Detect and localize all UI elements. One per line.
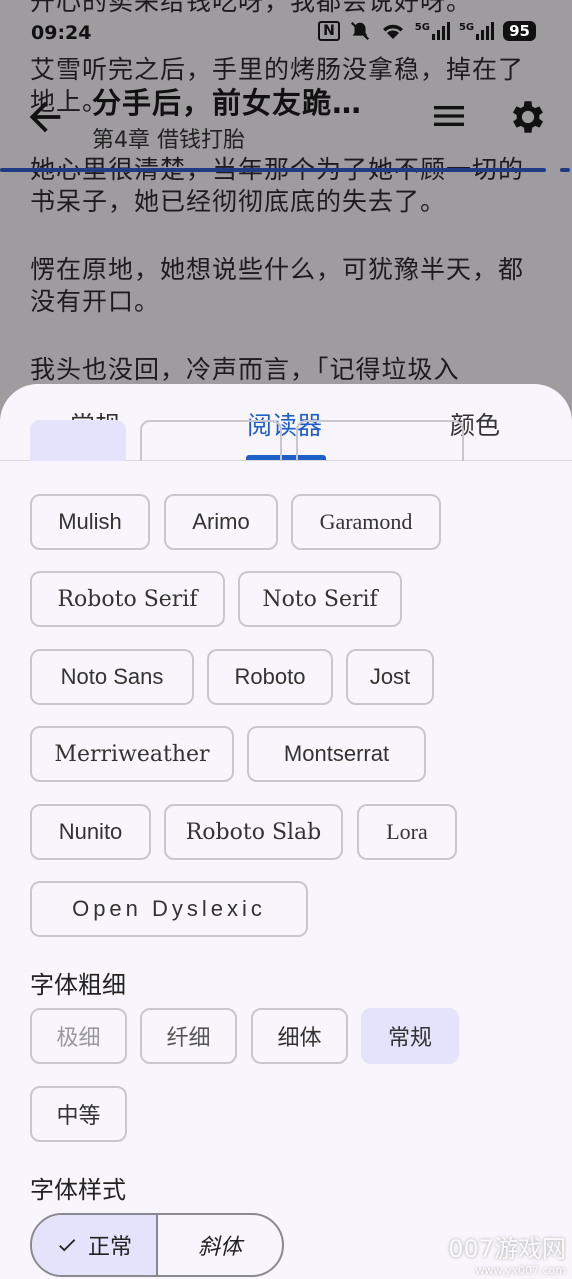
weight-chip-regular[interactable]: 常规 <box>361 1008 459 1064</box>
watermark: 007游戏网 www.yx007.com <box>448 1229 566 1277</box>
style-normal-button[interactable]: 正常 <box>32 1215 158 1275</box>
status-time: 09:24 <box>31 22 92 44</box>
font-chip-arimo[interactable]: Arimo <box>164 494 278 550</box>
font-chip-roboto-slab[interactable]: Roboto Slab <box>164 804 343 860</box>
font-weight-label: 字体粗细 <box>30 971 126 999</box>
font-chip-noto-sans[interactable]: Noto Sans <box>30 649 194 705</box>
watermark-text: 007游戏网 <box>448 1235 566 1263</box>
style-italic-label: 斜体 <box>197 1235 242 1260</box>
signal-icon: 5G <box>459 22 495 40</box>
battery-indicator: 95 <box>503 21 536 41</box>
mute-bell-icon <box>350 21 369 41</box>
menu-icon <box>434 106 464 126</box>
reading-progress-bar <box>0 168 546 172</box>
weight-chip-light[interactable]: 细体 <box>251 1008 348 1064</box>
font-chip-jost[interactable]: Jost <box>346 649 434 705</box>
weight-chip-thin[interactable]: 纤细 <box>140 1008 237 1064</box>
arrow-left-icon <box>29 101 61 133</box>
font-chip-open-dyslexic[interactable]: Open Dyslexic <box>30 881 308 937</box>
weight-chip-medium[interactable]: 中等 <box>30 1086 127 1142</box>
app-bar: 分手后，前女友跪… 第4章 借钱打胎 <box>0 68 572 164</box>
scroll-clip <box>0 461 572 472</box>
font-chip-merriweather[interactable]: Merriweather <box>30 726 234 782</box>
weight-chip-extra-light[interactable]: 极细 <box>30 1008 127 1064</box>
settings-button[interactable] <box>507 96 549 138</box>
nfc-icon: N <box>318 21 340 41</box>
font-style-label: 字体样式 <box>30 1176 126 1204</box>
style-italic-button[interactable]: 斜体 <box>158 1215 282 1275</box>
reading-progress-end <box>560 168 570 172</box>
font-chip-noto-serif[interactable]: Noto Serif <box>238 571 402 627</box>
font-chip-lora[interactable]: Lora <box>357 804 457 860</box>
gear-icon <box>512 101 544 133</box>
font-chip-montserrat[interactable]: Montserrat <box>247 726 426 782</box>
reader-settings-sheet: 常规 阅读器 颜色 Mulish Arimo Garamond Roboto S… <box>0 384 572 1279</box>
font-chip-roboto[interactable]: Roboto <box>207 649 333 705</box>
chapters-menu-button[interactable] <box>429 96 469 136</box>
font-chip-garamond[interactable]: Garamond <box>291 494 441 550</box>
watermark-url: www.yx007.com <box>475 1264 566 1277</box>
status-bar: 09:24 N 5G 5G 95 <box>0 14 572 54</box>
font-style-toggle: 正常 斜体 <box>30 1213 284 1277</box>
font-chip-mulish[interactable]: Mulish <box>30 494 150 550</box>
check-icon <box>59 1239 76 1252</box>
font-chip-roboto-serif[interactable]: Roboto Serif <box>30 571 225 627</box>
chapter-title: 第4章 借钱打胎 <box>92 128 245 153</box>
status-icons: N 5G 5G 95 <box>318 20 536 42</box>
signal-icon: 5G <box>415 22 450 40</box>
font-chip-nunito[interactable]: Nunito <box>30 804 151 860</box>
wifi-icon <box>382 24 403 39</box>
book-title: 分手后，前女友跪… <box>92 86 363 120</box>
back-button[interactable] <box>22 94 68 140</box>
dim-scrim[interactable] <box>0 0 572 430</box>
style-normal-label: 正常 <box>87 1235 132 1260</box>
